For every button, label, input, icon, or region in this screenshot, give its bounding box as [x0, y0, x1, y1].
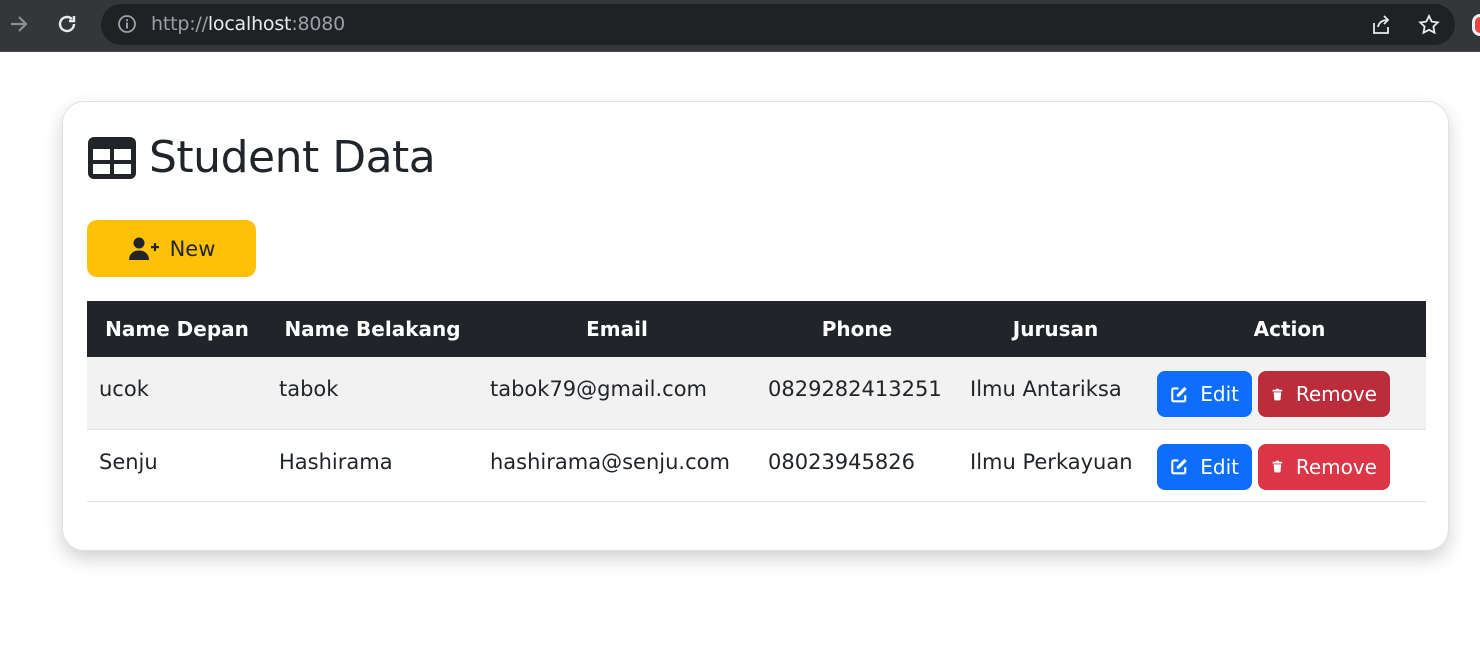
student-data-card: Student Data New Name Depan Name Belakan… — [62, 101, 1449, 551]
page-title-text: Student Data — [149, 132, 436, 183]
browser-toolbar: http://localhost:8080 — [0, 0, 1480, 52]
cell-email: tabok79@gmail.com — [478, 357, 756, 430]
cell-name-belakang: Hashirama — [267, 429, 478, 502]
trash-icon — [1272, 388, 1283, 400]
page-title: Student Data — [87, 132, 436, 183]
header-name-depan: Name Depan — [105, 317, 249, 341]
forward-icon[interactable] — [6, 11, 32, 37]
new-student-button[interactable]: New — [87, 220, 256, 277]
profile-avatar[interactable] — [1472, 14, 1480, 36]
table-icon — [88, 136, 136, 179]
cell-name-depan: Senju — [87, 429, 267, 502]
bookmark-star-icon[interactable] — [1417, 13, 1441, 37]
info-icon[interactable] — [117, 14, 137, 34]
header-name-belakang: Name Belakang — [284, 317, 461, 341]
header-email: Email — [586, 317, 648, 341]
user-plus-icon — [128, 237, 159, 260]
share-icon[interactable] — [1369, 13, 1393, 37]
cell-action: Edit Remove — [1153, 429, 1426, 502]
cell-email: hashirama@senju.com — [478, 429, 756, 502]
reload-icon[interactable] — [54, 11, 80, 37]
edit-button[interactable]: Edit — [1157, 371, 1252, 417]
header-phone: Phone — [821, 317, 893, 341]
remove-button-label: Remove — [1295, 382, 1377, 406]
cell-phone: 0829282413251 — [756, 357, 958, 430]
header-jurusan: Jurusan — [1012, 317, 1099, 341]
cell-jurusan: Ilmu Antariksa — [958, 357, 1153, 430]
address-bar[interactable]: http://localhost:8080 — [101, 4, 1455, 45]
table-row: Senju Hashirama hashirama@senju.com 0802… — [87, 429, 1426, 502]
cell-jurusan: Ilmu Perkayuan — [958, 429, 1153, 502]
cell-action: Edit Remove — [1153, 357, 1426, 430]
cell-name-belakang: tabok — [267, 357, 478, 430]
edit-icon — [1171, 458, 1187, 475]
url-text: http://localhost:8080 — [151, 13, 346, 35]
edit-button-label: Edit — [1200, 454, 1239, 479]
cell-name-depan: ucok — [87, 357, 267, 430]
edit-button-label: Edit — [1200, 382, 1239, 406]
remove-button[interactable]: Remove — [1258, 443, 1390, 490]
header-action: Action — [1253, 317, 1326, 341]
table-row: ucok tabok tabok79@gmail.com 08292824132… — [87, 357, 1426, 430]
trash-icon — [1272, 460, 1283, 473]
new-button-label: New — [169, 236, 216, 261]
remove-button-label: Remove — [1295, 454, 1377, 479]
cell-phone: 08023945826 — [756, 429, 958, 502]
edit-icon — [1171, 386, 1187, 402]
edit-button[interactable]: Edit — [1157, 443, 1252, 490]
remove-button[interactable]: Remove — [1258, 371, 1390, 417]
student-table: Name Depan Name Belakang Email Phone Jur… — [87, 301, 1426, 502]
table-header-row: Name Depan Name Belakang Email Phone Jur… — [87, 301, 1426, 357]
